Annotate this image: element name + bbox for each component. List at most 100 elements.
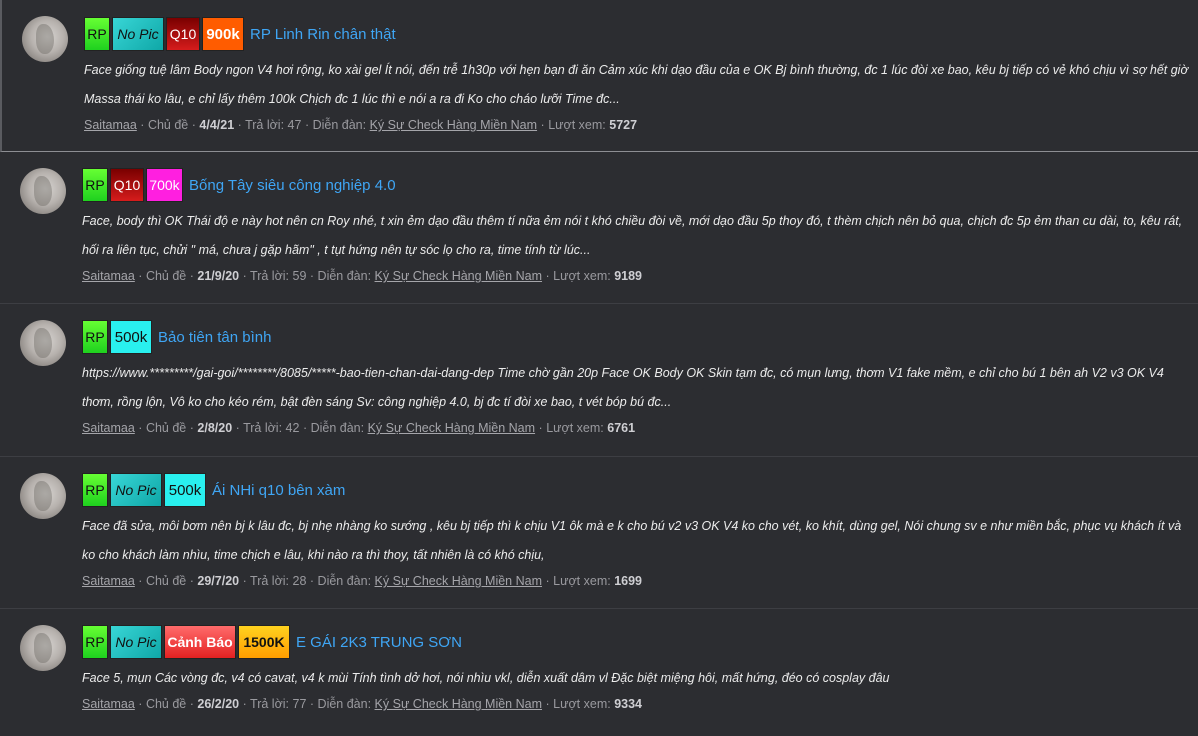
prefix-tag-nopic[interactable]: No Pic [110, 473, 162, 507]
thread-title-link[interactable]: E GÁI 2K3 TRUNG SƠN [296, 634, 462, 651]
author-link[interactable]: Saitamaa [84, 118, 137, 132]
replies-label: Trả lời: [250, 697, 290, 711]
views-count: 6761 [607, 421, 636, 435]
meta-sep: · [242, 269, 247, 283]
thread-title-link[interactable]: Bảo tiên tân bình [158, 329, 271, 346]
meta-sep: · [302, 421, 308, 435]
meta-sep: · [242, 697, 247, 711]
author-link[interactable]: Saitamaa [82, 269, 135, 283]
meta-sep: · [545, 697, 550, 711]
thread-meta: Saitamaa · Chủ đề · 4/4/21 · Trả lời: 47… [84, 118, 1188, 132]
forum-link[interactable]: Ký Sự Check Hàng Miền Nam [375, 697, 542, 711]
forum-link[interactable]: Ký Sự Check Hàng Miền Nam [368, 421, 535, 435]
replies-count: 77 [292, 697, 307, 711]
meta-sep: · [138, 574, 143, 588]
meta-sep: · [545, 269, 550, 283]
prefix-tag-q10[interactable]: Q10 [166, 17, 200, 51]
prefix-tag-price[interactable]: 1500K [238, 625, 290, 659]
meta-sep: · [538, 421, 543, 435]
meta-sep: · [242, 574, 247, 588]
author-link[interactable]: Saitamaa [82, 421, 135, 435]
thread-meta: Saitamaa · Chủ đề · 26/2/20 · Trả lời: 7… [82, 697, 1188, 711]
views-label: Lượt xem: [553, 269, 611, 283]
views-label: Lượt xem: [553, 574, 611, 588]
thread-starter-label: Chủ đề [145, 421, 187, 435]
thread-date: 2/8/20 [197, 421, 233, 435]
replies-count: 47 [287, 118, 302, 132]
views-label: Lượt xem: [553, 697, 611, 711]
meta-sep: · [304, 118, 310, 132]
thread-item: RP 500k Bảo tiên tân bình https://www.**… [0, 304, 1198, 457]
forum-link[interactable]: Ký Sự Check Hàng Miền Nam [375, 574, 542, 588]
prefix-tag-price[interactable]: 500k [110, 320, 152, 354]
forum-link[interactable]: Ký Sự Check Hàng Miền Nam [370, 118, 537, 132]
prefix-tag-price[interactable]: 900k [202, 17, 244, 51]
author-link[interactable]: Saitamaa [82, 574, 135, 588]
thread-date: 21/9/20 [197, 269, 240, 283]
replies-label: Trả lời: [250, 574, 290, 588]
views-label: Lượt xem: [546, 421, 604, 435]
thread-starter-label: Chủ đề [145, 269, 187, 283]
meta-sep: · [309, 269, 315, 283]
meta-sep: · [540, 118, 545, 132]
prefix-tag-q10[interactable]: Q10 [110, 168, 144, 202]
prefix-tag-rp[interactable]: RP [82, 625, 108, 659]
replies-label: Trả lời: [245, 118, 285, 132]
prefix-tag-rp[interactable]: RP [82, 320, 108, 354]
thread-meta: Saitamaa · Chủ đề · 2/8/20 · Trả lời: 42… [82, 421, 1188, 435]
avatar[interactable] [20, 168, 66, 214]
thread-starter-label: Chủ đề [145, 697, 187, 711]
thread-meta: Saitamaa · Chủ đề · 21/9/20 · Trả lời: 5… [82, 269, 1188, 283]
meta-sep: · [237, 118, 242, 132]
author-link[interactable]: Saitamaa [82, 697, 135, 711]
forum-link[interactable]: Ký Sự Check Hàng Miền Nam [375, 269, 542, 283]
thread-title-row: RP No Pic Cảnh Báo 1500K E GÁI 2K3 TRUNG… [82, 625, 1188, 659]
thread-title-row: RP 500k Bảo tiên tân bình [82, 320, 1188, 354]
replies-count: 28 [292, 574, 307, 588]
meta-sep: · [235, 421, 240, 435]
meta-sep: · [309, 697, 315, 711]
meta-sep: · [138, 421, 143, 435]
thread-snippet: https://www.*********/gai-goi/********/8… [82, 366, 1164, 409]
views-count: 9334 [614, 697, 643, 711]
prefix-tag-rp[interactable]: RP [82, 473, 108, 507]
replies-count: 59 [292, 269, 307, 283]
meta-sep: · [138, 697, 143, 711]
thread-title-link[interactable]: Ái NHi q10 bên xàm [212, 482, 345, 499]
views-count: 1699 [614, 574, 643, 588]
thread-date: 26/2/20 [197, 697, 240, 711]
thread-starter-label: Chủ đề [145, 574, 187, 588]
prefix-tag-nopic[interactable]: No Pic [110, 625, 162, 659]
prefix-tag-rp[interactable]: RP [84, 17, 110, 51]
prefix-tag-price[interactable]: 500k [164, 473, 206, 507]
thread-item: RP Q10 700k Bống Tây siêu công nghiệp 4.… [0, 152, 1198, 304]
avatar[interactable] [22, 16, 68, 62]
avatar[interactable] [20, 625, 66, 671]
meta-sep: · [189, 697, 194, 711]
thread-item: RP No Pic Q10 900k RP Linh Rin chân thật… [0, 0, 1198, 152]
forum-label: Diễn đàn: [317, 574, 372, 588]
meta-sep: · [138, 269, 143, 283]
prefix-tag-price[interactable]: 700k [146, 168, 183, 202]
thread-snippet: Face giống tuệ lâm Body ngon V4 hơi rộng… [84, 63, 1189, 106]
thread-title-link[interactable]: Bống Tây siêu công nghiệp 4.0 [189, 177, 396, 194]
thread-item: RP No Pic 500k Ái NHi q10 bên xàm Face đ… [0, 457, 1198, 609]
thread-snippet: Face đã sửa, môi bơm nên bj k lâu đc, bj… [82, 519, 1182, 562]
forum-label: Diễn đàn: [312, 118, 367, 132]
replies-label: Trả lời: [250, 269, 290, 283]
forum-label: Diễn đàn: [317, 697, 372, 711]
views-label: Lượt xem: [548, 118, 606, 132]
prefix-tag-rp[interactable]: RP [82, 168, 108, 202]
avatar[interactable] [20, 473, 66, 519]
prefix-tag-warning[interactable]: Cảnh Báo [164, 625, 236, 659]
avatar[interactable] [20, 320, 66, 366]
thread-list: RP No Pic Q10 900k RP Linh Rin chân thật… [0, 0, 1198, 736]
thread-title-link[interactable]: RP Linh Rin chân thật [250, 26, 396, 43]
prefix-tag-nopic[interactable]: No Pic [112, 17, 164, 51]
thread-item: RP No Pic Cảnh Báo 1500K E GÁI 2K3 TRUNG… [0, 609, 1198, 736]
thread-date: 29/7/20 [197, 574, 240, 588]
forum-label: Diễn đàn: [310, 421, 365, 435]
meta-sep: · [545, 574, 550, 588]
meta-sep: · [189, 421, 194, 435]
meta-sep: · [191, 118, 196, 132]
